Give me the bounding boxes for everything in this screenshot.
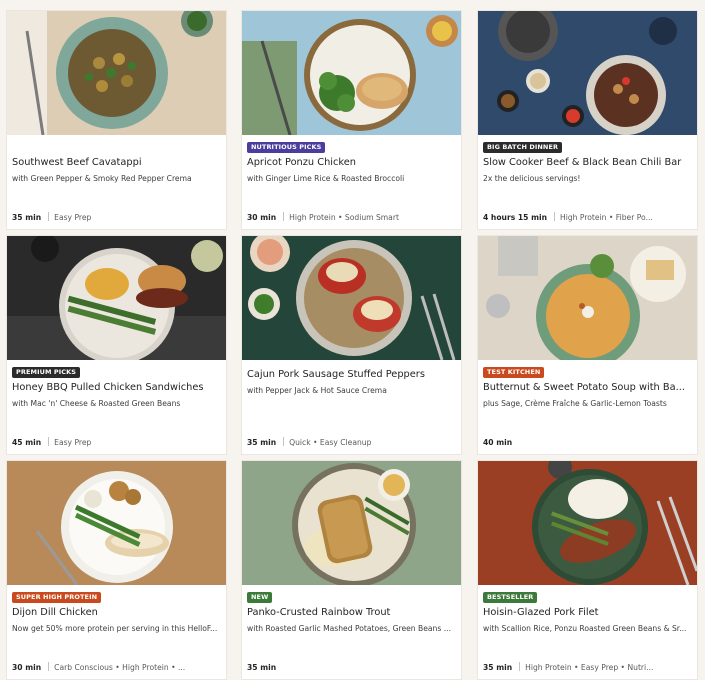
recipe-image[interactable] xyxy=(242,236,461,360)
recipe-meta: 35 min Easy Prep xyxy=(12,212,220,224)
recipe-badge: TEST KITCHEN xyxy=(483,367,545,378)
recipe-card[interactable]: Southwest Beef Cavatappi with Green Pepp… xyxy=(6,10,227,230)
recipe-tags: Easy Prep xyxy=(54,213,92,222)
recipe-subtitle: with Mac 'n' Cheese & Roasted Green Bean… xyxy=(12,399,181,408)
recipe-tags: Easy Prep xyxy=(54,438,92,447)
meta-divider xyxy=(554,212,555,221)
recipe-time: 35 min xyxy=(247,438,277,447)
recipe-meta: 35 min xyxy=(247,662,455,674)
recipe-subtitle: with Ginger Lime Rice & Roasted Broccoli xyxy=(247,174,405,183)
recipe-meta: 40 min xyxy=(483,437,691,449)
recipe-badge: NUTRITIOUS PICKS xyxy=(247,142,326,153)
recipe-time: 45 min xyxy=(12,438,42,447)
meta-divider xyxy=(48,662,50,671)
recipe-image[interactable] xyxy=(7,11,226,135)
recipe-title[interactable]: Slow Cooker Beef & Black Bean Chili Bar xyxy=(483,156,693,169)
meta-divider xyxy=(283,212,285,221)
recipe-title[interactable]: Honey BBQ Pulled Chicken Sandwiches xyxy=(12,381,222,394)
recipe-time: 4 hours 15 min xyxy=(483,213,547,222)
recipe-title[interactable]: Panko-Crusted Rainbow Trout xyxy=(247,606,457,619)
recipe-badge: BESTSELLER xyxy=(483,592,538,603)
recipe-time: 35 min xyxy=(247,663,277,672)
recipe-time: 30 min xyxy=(12,663,42,672)
recipe-badge: SUPER HIGH PROTEIN xyxy=(12,592,102,603)
recipe-subtitle: with Roasted Garlic Mashed Potatoes, Gre… xyxy=(247,624,451,633)
meta-divider xyxy=(48,437,50,446)
meta-divider xyxy=(519,662,521,671)
recipe-subtitle: Now get 50% more protein per serving in … xyxy=(12,624,218,633)
recipe-tags: Quick • Easy Cleanup xyxy=(289,438,372,447)
recipe-tags: High Protein • Easy Prep • Nutri... xyxy=(525,663,654,672)
recipe-image[interactable] xyxy=(7,236,226,360)
recipe-title[interactable]: Southwest Beef Cavatappi xyxy=(12,156,222,169)
recipe-card[interactable]: NUTRITIOUS PICKS Apricot Ponzu Chicken w… xyxy=(241,10,462,230)
recipe-title[interactable]: Cajun Pork Sausage Stuffed Peppers xyxy=(247,368,457,381)
recipe-meta: 4 hours 15 min High Protein • Fiber Po... xyxy=(483,212,691,224)
meta-divider xyxy=(48,212,50,221)
recipe-card[interactable]: BESTSELLER Hoisin-Glazed Pork Filet with… xyxy=(477,460,698,680)
recipe-subtitle: 2x the delicious servings! xyxy=(483,174,581,183)
recipe-subtitle: with Pepper Jack & Hot Sauce Crema xyxy=(247,386,387,395)
recipe-badge: PREMIUM PICKS xyxy=(12,367,81,378)
recipe-meta: 30 min High Protein • Sodium Smart xyxy=(247,212,455,224)
recipe-image[interactable] xyxy=(242,461,461,585)
recipe-card[interactable]: NEW Panko-Crusted Rainbow Trout with Roa… xyxy=(241,460,462,680)
recipe-time: 35 min xyxy=(12,213,42,222)
recipe-subtitle: plus Sage, Crème Fraîche & Garlic-Lemon … xyxy=(483,399,667,408)
recipe-time: 35 min xyxy=(483,663,513,672)
recipe-tags: High Protein • Sodium Smart xyxy=(289,213,399,222)
recipe-card[interactable]: SUPER HIGH PROTEIN Dijon Dill Chicken No… xyxy=(6,460,227,680)
meta-divider xyxy=(283,437,285,446)
recipe-badge: NEW xyxy=(247,592,273,603)
recipe-meta: 35 min High Protein • Easy Prep • Nutri..… xyxy=(483,662,691,674)
recipe-card[interactable]: PREMIUM PICKS Honey BBQ Pulled Chicken S… xyxy=(6,235,227,455)
recipe-image[interactable] xyxy=(242,11,461,135)
recipe-card[interactable]: BIG BATCH DINNER Slow Cooker Beef & Blac… xyxy=(477,10,698,230)
recipe-tags: High Protein • Fiber Po... xyxy=(560,213,653,222)
recipe-meta: 45 min Easy Prep xyxy=(12,437,220,449)
recipe-time: 40 min xyxy=(483,438,513,447)
recipe-meta: 35 min Quick • Easy Cleanup xyxy=(247,437,455,449)
recipe-title[interactable]: Apricot Ponzu Chicken xyxy=(247,156,457,169)
recipe-tags: Carb Conscious • High Protein • ... xyxy=(54,663,186,672)
recipe-title[interactable]: Dijon Dill Chicken xyxy=(12,606,222,619)
recipe-meta: 30 min Carb Conscious • High Protein • ..… xyxy=(12,662,220,674)
recipe-grid: Southwest Beef Cavatappi with Green Pepp… xyxy=(0,0,705,680)
recipe-subtitle: with Green Pepper & Smoky Red Pepper Cre… xyxy=(12,174,192,183)
recipe-image[interactable] xyxy=(478,461,697,585)
recipe-card[interactable]: TEST KITCHEN Butternut & Sweet Potato So… xyxy=(477,235,698,455)
recipe-image[interactable] xyxy=(478,11,697,135)
recipe-badge: BIG BATCH DINNER xyxy=(483,142,563,153)
recipe-card[interactable]: Cajun Pork Sausage Stuffed Peppers with … xyxy=(241,235,462,455)
recipe-subtitle: with Scallion Rice, Ponzu Roasted Green … xyxy=(483,624,687,633)
recipe-image[interactable] xyxy=(7,461,226,585)
recipe-image[interactable] xyxy=(478,236,697,360)
recipe-title[interactable]: Hoisin-Glazed Pork Filet xyxy=(483,606,693,619)
recipe-title[interactable]: Butternut & Sweet Potato Soup with Ba... xyxy=(483,381,693,394)
recipe-time: 30 min xyxy=(247,213,277,222)
